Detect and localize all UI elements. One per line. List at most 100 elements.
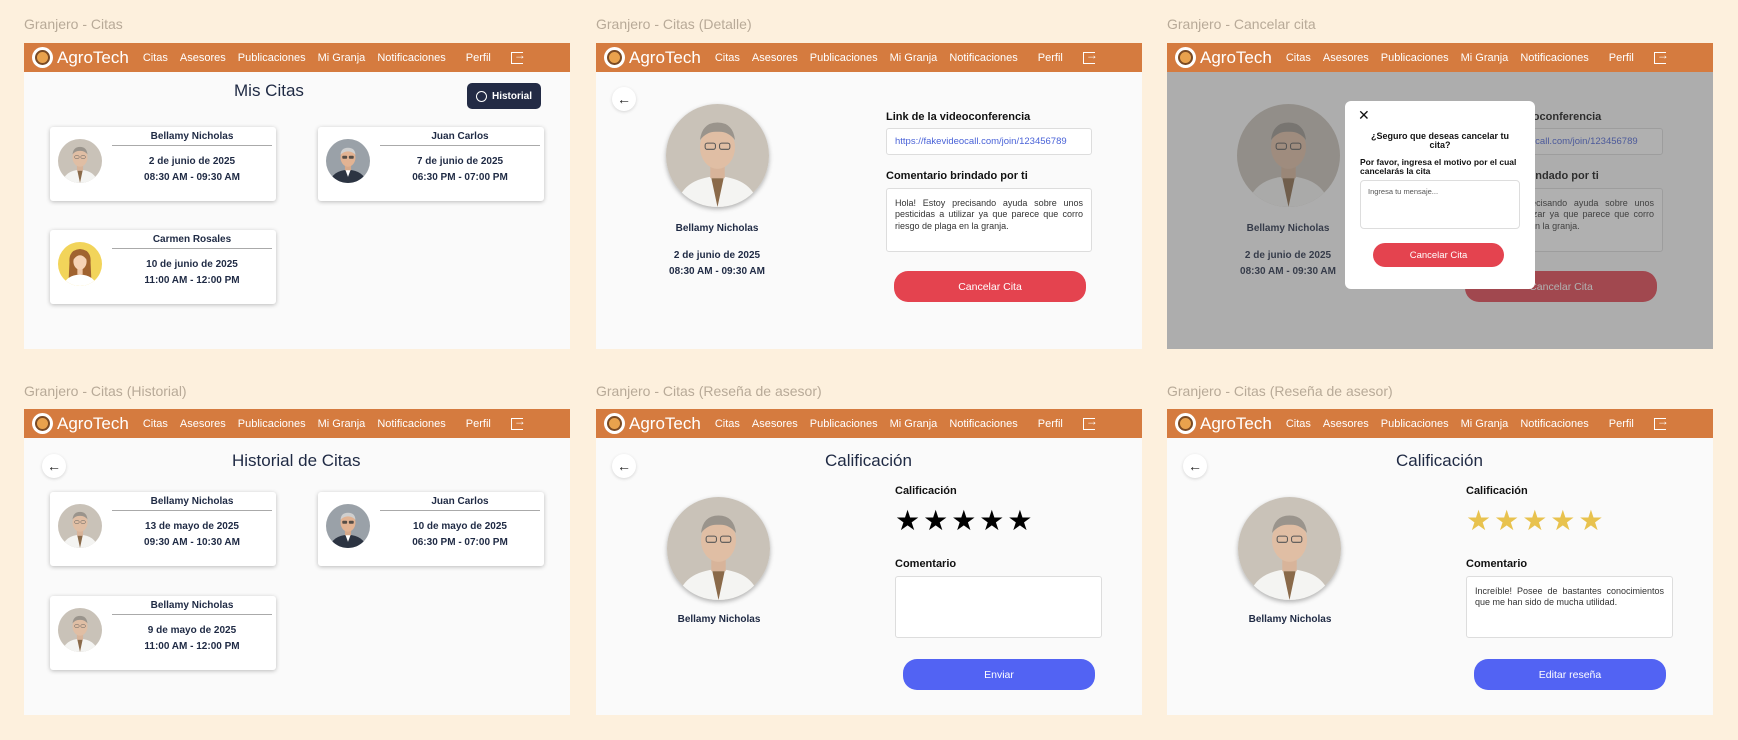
- modal-reason-label: Por favor, ingresa el motivo por el cual…: [1360, 157, 1517, 176]
- comment-textarea[interactable]: [895, 576, 1102, 638]
- submit-review-button[interactable]: Enviar: [903, 659, 1095, 690]
- logout-icon[interactable]: [1082, 414, 1098, 430]
- nav-perfil[interactable]: Perfil: [466, 52, 491, 64]
- logo-icon[interactable]: [604, 413, 625, 434]
- nav-publicaciones[interactable]: Publicaciones: [238, 418, 306, 430]
- nav-perfil[interactable]: Perfil: [466, 418, 491, 430]
- confirm-cancel-button[interactable]: Cancelar Cita: [1373, 243, 1504, 267]
- nav-perfil[interactable]: Perfil: [1609, 418, 1634, 430]
- nav-publicaciones[interactable]: Publicaciones: [810, 52, 878, 64]
- comment-label: Comentario brindado por ti: [886, 170, 1028, 182]
- nav-notificaciones[interactable]: Notificaciones: [377, 52, 445, 64]
- frame-resena-filled: AgroTech Citas Asesores Publicaciones Mi…: [1167, 409, 1713, 715]
- nav-mi-granja[interactable]: Mi Granja: [890, 418, 938, 430]
- nav-notificaciones[interactable]: Notificaciones: [1520, 418, 1588, 430]
- nav-mi-granja[interactable]: Mi Granja: [1461, 418, 1509, 430]
- card-name: Juan Carlos: [380, 496, 540, 511]
- back-button[interactable]: ←: [42, 454, 66, 478]
- nav-perfil[interactable]: Perfil: [1038, 52, 1063, 64]
- nav-citas[interactable]: Citas: [143, 418, 168, 430]
- nav-notificaciones[interactable]: Notificaciones: [1520, 52, 1588, 64]
- nav-mi-granja[interactable]: Mi Granja: [318, 52, 366, 64]
- frame-historial: AgroTech Citas Asesores Publicaciones Mi…: [24, 409, 570, 715]
- brand-name[interactable]: AgroTech: [57, 414, 129, 434]
- nav-perfil[interactable]: Perfil: [1609, 52, 1634, 64]
- brand-name[interactable]: AgroTech: [57, 48, 129, 68]
- appointment-card[interactable]: Juan Carlos 7 de junio de 2025 06:30 PM …: [318, 127, 544, 201]
- avatar: [58, 504, 102, 548]
- nav-mi-granja[interactable]: Mi Granja: [890, 52, 938, 64]
- card-date: 10 de mayo de 2025: [413, 521, 507, 532]
- appointment-card[interactable]: Bellamy Nicholas 9 de mayo de 2025 11:00…: [50, 596, 276, 670]
- close-icon[interactable]: ✕: [1358, 107, 1370, 124]
- nav-publicaciones[interactable]: Publicaciones: [238, 52, 306, 64]
- appointment-card[interactable]: Carmen Rosales 10 de junio de 2025 11:00…: [50, 230, 276, 304]
- brand-name[interactable]: AgroTech: [1200, 414, 1272, 434]
- logo-icon[interactable]: [1175, 47, 1196, 68]
- logout-icon[interactable]: [1653, 48, 1669, 64]
- nav-perfil[interactable]: Perfil: [1038, 418, 1063, 430]
- history-icon: [475, 90, 487, 102]
- logo-icon[interactable]: [32, 47, 53, 68]
- card-date: 7 de junio de 2025: [416, 156, 504, 167]
- nav-publicaciones[interactable]: Publicaciones: [1381, 418, 1449, 430]
- avatar: [58, 608, 102, 652]
- back-button[interactable]: ←: [612, 87, 636, 111]
- reason-textarea[interactable]: Ingresa tu mensaje...: [1360, 180, 1520, 229]
- top-nav: AgroTech Citas Asesores Publicaciones Mi…: [24, 409, 570, 438]
- nav-mi-granja[interactable]: Mi Granja: [1461, 52, 1509, 64]
- page-title: Historial de Citas: [232, 451, 361, 470]
- edit-review-button[interactable]: Editar reseña: [1474, 659, 1666, 690]
- avatar: [58, 242, 102, 286]
- brand-name[interactable]: AgroTech: [629, 48, 701, 68]
- nav-citas[interactable]: Citas: [1286, 52, 1311, 64]
- nav-publicaciones[interactable]: Publicaciones: [810, 418, 878, 430]
- logo-icon[interactable]: [32, 413, 53, 434]
- nav-citas[interactable]: Citas: [143, 52, 168, 64]
- nav-publicaciones[interactable]: Publicaciones: [1381, 52, 1449, 64]
- star-rating[interactable]: ★★★★★: [1466, 507, 1607, 535]
- nav-citas[interactable]: Citas: [715, 418, 740, 430]
- back-button[interactable]: ←: [612, 454, 636, 478]
- star-rating[interactable]: ★★★★★: [895, 507, 1036, 535]
- history-button-label: Historial: [491, 90, 532, 102]
- nav-mi-granja[interactable]: Mi Granja: [318, 418, 366, 430]
- nav-notificaciones[interactable]: Notificaciones: [949, 418, 1017, 430]
- cancel-appointment-button[interactable]: Cancelar Cita: [894, 271, 1086, 302]
- nav-notificaciones[interactable]: Notificaciones: [377, 418, 445, 430]
- logout-icon[interactable]: [1653, 414, 1669, 430]
- brand-name[interactable]: AgroTech: [629, 414, 701, 434]
- page-title: Calificación: [825, 451, 912, 470]
- logout-icon[interactable]: [510, 414, 526, 430]
- card-time: 08:30 AM - 09:30 AM: [144, 172, 240, 183]
- nav-asesores[interactable]: Asesores: [180, 418, 226, 430]
- nav-notificaciones[interactable]: Notificaciones: [949, 52, 1017, 64]
- back-button[interactable]: ←: [1183, 454, 1207, 478]
- logo-icon[interactable]: [1175, 413, 1196, 434]
- arrow-left-icon: ←: [47, 458, 61, 474]
- videocall-link[interactable]: https://fakevideocall.com/join/123456789: [886, 128, 1092, 155]
- frame-title-resena-filled: Granjero - Citas (Reseña de asesor): [1167, 383, 1393, 399]
- brand-name[interactable]: AgroTech: [1200, 48, 1272, 68]
- comment-textarea[interactable]: Increíble! Posee de bastantes conocimien…: [1466, 576, 1673, 638]
- avatar: [58, 139, 102, 183]
- appointment-card[interactable]: Bellamy Nicholas 2 de junio de 2025 08:3…: [50, 127, 276, 201]
- nav-asesores[interactable]: Asesores: [1323, 52, 1369, 64]
- card-date: 9 de mayo de 2025: [147, 625, 237, 636]
- appointment-date: 2 de junio de 2025: [673, 250, 761, 261]
- logout-icon[interactable]: [510, 48, 526, 64]
- nav-asesores[interactable]: Asesores: [1323, 418, 1369, 430]
- card-name: Bellamy Nicholas: [112, 131, 272, 146]
- history-button[interactable]: Historial: [467, 83, 541, 109]
- appointment-card[interactable]: Juan Carlos 10 de mayo de 2025 06:30 PM …: [318, 492, 544, 566]
- nav-citas[interactable]: Citas: [1286, 418, 1311, 430]
- appointment-card[interactable]: Bellamy Nicholas 13 de mayo de 2025 09:3…: [50, 492, 276, 566]
- frame-title-historial: Granjero - Citas (Historial): [24, 383, 187, 399]
- comment-label: Comentario: [895, 558, 957, 570]
- nav-asesores[interactable]: Asesores: [180, 52, 226, 64]
- logout-icon[interactable]: [1082, 48, 1098, 64]
- nav-asesores[interactable]: Asesores: [752, 418, 798, 430]
- logo-icon[interactable]: [604, 47, 625, 68]
- nav-citas[interactable]: Citas: [715, 52, 740, 64]
- nav-asesores[interactable]: Asesores: [752, 52, 798, 64]
